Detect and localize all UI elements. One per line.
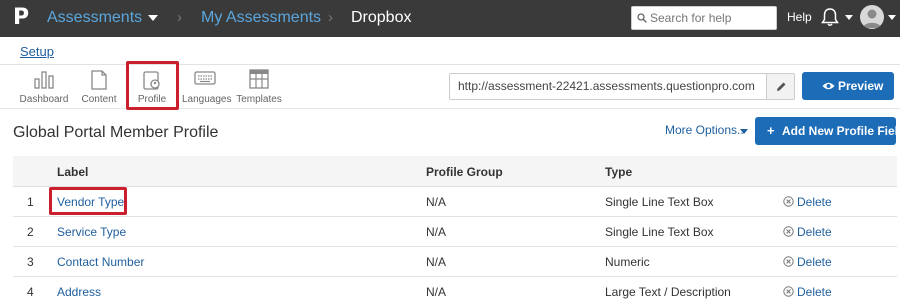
- app-menu-caret-icon[interactable]: [148, 15, 158, 21]
- delete-label: Delete: [797, 195, 832, 209]
- more-options-caret-icon[interactable]: [740, 129, 748, 134]
- profile-group-value: N/A: [426, 225, 447, 239]
- circle-x-icon: [783, 286, 794, 297]
- toolbar-content[interactable]: Content: [78, 65, 120, 109]
- pencil-icon: [777, 82, 786, 91]
- toolbar-dashboard[interactable]: Dashboard: [16, 65, 72, 109]
- profile-group-value: N/A: [426, 285, 447, 299]
- toolbar-content-label: Content: [81, 94, 117, 105]
- table-row: 4 Address N/A Large Text / Description D…: [13, 277, 897, 305]
- field-label-link[interactable]: Address: [57, 285, 101, 299]
- delete-label: Delete: [797, 225, 832, 239]
- toolbar-templates[interactable]: Templates: [236, 65, 282, 109]
- edit-url-button[interactable]: [766, 73, 795, 100]
- delete-label: Delete: [797, 255, 832, 269]
- profile-group-value: N/A: [426, 195, 447, 209]
- avatar-silhouette-icon: [863, 9, 881, 28]
- user-menu-caret-icon[interactable]: [888, 15, 896, 20]
- questionpro-logo-icon[interactable]: P: [13, 6, 33, 30]
- help-search-box[interactable]: [631, 6, 777, 30]
- circle-x-icon: [783, 256, 794, 267]
- keyboard-icon: [194, 71, 216, 85]
- column-header-type: Type: [605, 165, 633, 179]
- top-navigation-bar: P Assessments › My Assessments › Dropbox…: [0, 0, 900, 37]
- table-header-row: Label Profile Group Type: [13, 156, 897, 187]
- bar-chart-icon: [34, 71, 54, 89]
- toolbar-templates-label: Templates: [236, 94, 282, 105]
- add-button-label: Add New Profile Field: [782, 124, 900, 138]
- column-header-profile-group: Profile Group: [426, 165, 503, 179]
- portal-url-field[interactable]: http://assessment-22421.assessments.ques…: [449, 73, 767, 100]
- add-new-profile-field-button[interactable]: + Add New Profile Field: [755, 117, 900, 145]
- grid-template-icon: [249, 69, 269, 89]
- help-link[interactable]: Help: [787, 10, 812, 24]
- row-number: 4: [27, 285, 34, 299]
- more-options-dropdown[interactable]: More Options..: [665, 123, 744, 137]
- toolbar-languages[interactable]: Languages: [182, 65, 232, 109]
- circle-x-icon: [783, 226, 794, 237]
- row-number: 1: [27, 195, 34, 209]
- preview-button-label: Preview: [838, 79, 884, 93]
- bell-icon[interactable]: [819, 6, 841, 28]
- column-header-label: Label: [57, 165, 89, 179]
- page-title: Global Portal Member Profile: [13, 124, 219, 141]
- profile-group-value: N/A: [426, 255, 447, 269]
- delete-label: Delete: [797, 285, 832, 299]
- user-avatar-icon[interactable]: [860, 5, 884, 29]
- field-type-value: Single Line Text Box: [605, 225, 714, 239]
- eye-icon: [822, 82, 835, 90]
- breadcrumb-my-assessments[interactable]: My Assessments: [201, 8, 321, 28]
- search-icon: [637, 13, 647, 23]
- table-row: 1 Vendor Type N/A Single Line Text Box D…: [13, 187, 897, 217]
- field-type-value: Large Text / Description: [605, 285, 731, 299]
- field-label-link[interactable]: Contact Number: [57, 255, 144, 269]
- profile-highlight-box: [126, 61, 179, 110]
- app-menu-assessments[interactable]: Assessments: [47, 8, 142, 28]
- breadcrumb-separator-icon: ›: [177, 9, 182, 26]
- preview-button[interactable]: Preview: [802, 72, 894, 100]
- vendor-type-highlight-box: [49, 187, 127, 215]
- circle-x-icon: [783, 196, 794, 207]
- help-search-input[interactable]: [650, 10, 774, 26]
- row-number: 3: [27, 255, 34, 269]
- field-type-value: Numeric: [605, 255, 650, 269]
- row-number: 2: [27, 225, 34, 239]
- notifications-caret-icon[interactable]: [845, 15, 853, 20]
- field-type-value: Single Line Text Box: [605, 195, 714, 209]
- plus-icon: +: [767, 123, 775, 138]
- table-row: 2 Service Type N/A Single Line Text Box …: [13, 217, 897, 247]
- setup-link[interactable]: Setup: [20, 44, 54, 59]
- breadcrumb-separator-icon: ›: [328, 9, 333, 26]
- field-label-link[interactable]: Service Type: [57, 225, 126, 239]
- document-icon: [91, 70, 107, 90]
- breadcrumb-current-page: Dropbox: [351, 9, 412, 26]
- toolbar-languages-label: Languages: [182, 94, 232, 105]
- toolbar-dashboard-label: Dashboard: [19, 94, 69, 105]
- table-row: 3 Contact Number N/A Numeric Delete: [13, 247, 897, 277]
